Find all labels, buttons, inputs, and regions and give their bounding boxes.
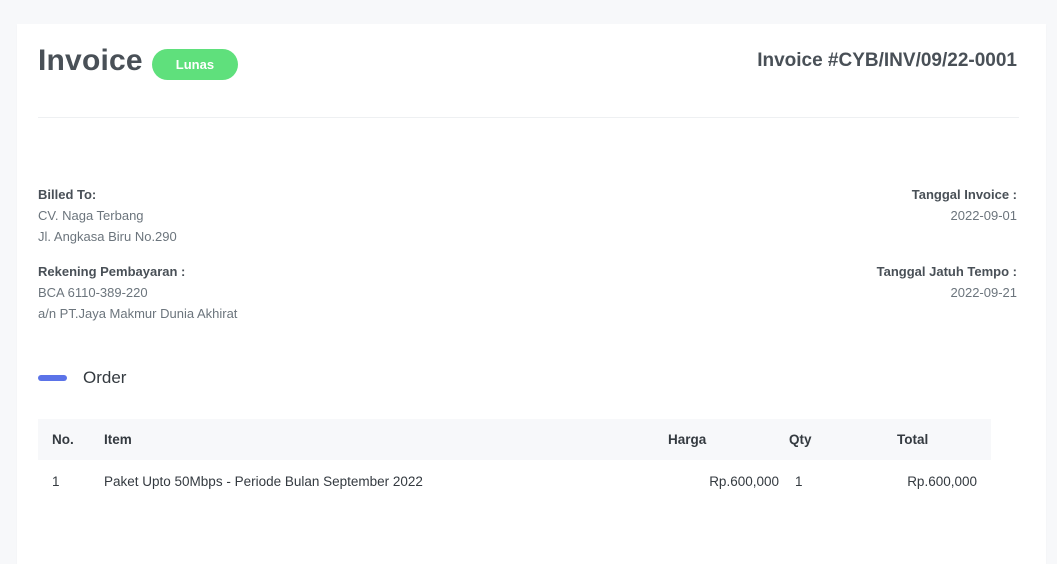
invoice-header: Invoice Lunas Invoice #CYB/INV/09/22-000… [38,44,1017,80]
due-date-value: 2022-09-21 [950,285,1018,300]
column-header-total: Total [897,432,929,447]
billed-to-name: CV. Naga Terbang [38,208,144,223]
payment-account-holder: a/n PT.Jaya Makmur Dunia Akhirat [38,306,238,321]
column-header-item: Item [104,432,132,447]
column-header-qty: Qty [789,432,812,447]
cell-total: Rp.600,000 [907,473,977,489]
cell-qty: 1 [795,473,803,489]
cell-harga: Rp.600,000 [709,473,779,489]
invoice-date-block: Tanggal Invoice : 2022-09-01 [912,184,1017,226]
billed-to-label: Billed To: [38,187,97,202]
section-marker-icon [38,375,67,381]
cell-item: Paket Upto 50Mbps - Periode Bulan Septem… [104,473,423,489]
order-section-title: Order [83,368,127,387]
table-row: 1 Paket Upto 50Mbps - Periode Bulan Sept… [38,460,991,502]
cell-no: 1 [52,473,60,489]
due-date-label: Tanggal Jatuh Tempo : [876,264,1017,279]
invoice-date-value: 2022-09-01 [950,208,1018,223]
page-title: Invoice [38,44,143,77]
payment-account-number: BCA 6110-389-220 [38,285,148,300]
payment-account-block: Rekening Pembayaran : BCA 6110-389-220 a… [38,261,237,324]
status-badge: Lunas [151,48,239,80]
table-header-row: No. Item Harga Qty Total [38,419,991,460]
payment-account-label: Rekening Pembayaran : [38,264,186,279]
column-header-no: No. [52,432,74,447]
title-group: Invoice Lunas [38,44,239,80]
billed-to-address: Jl. Angkasa Biru No.290 [38,229,177,244]
invoice-date-label: Tanggal Invoice : [911,187,1017,202]
due-date-block: Tanggal Jatuh Tempo : 2022-09-21 [877,261,1017,303]
column-header-harga: Harga [668,432,707,447]
billed-to-block: Billed To: CV. Naga Terbang Jl. Angkasa … [38,184,177,247]
header-divider [38,117,1019,118]
order-table: No. Item Harga Qty Total 1 Paket Upto 50… [38,419,991,502]
invoice-number: Invoice #CYB/INV/09/22-0001 [757,50,1017,71]
order-section-header: Order [38,368,126,388]
